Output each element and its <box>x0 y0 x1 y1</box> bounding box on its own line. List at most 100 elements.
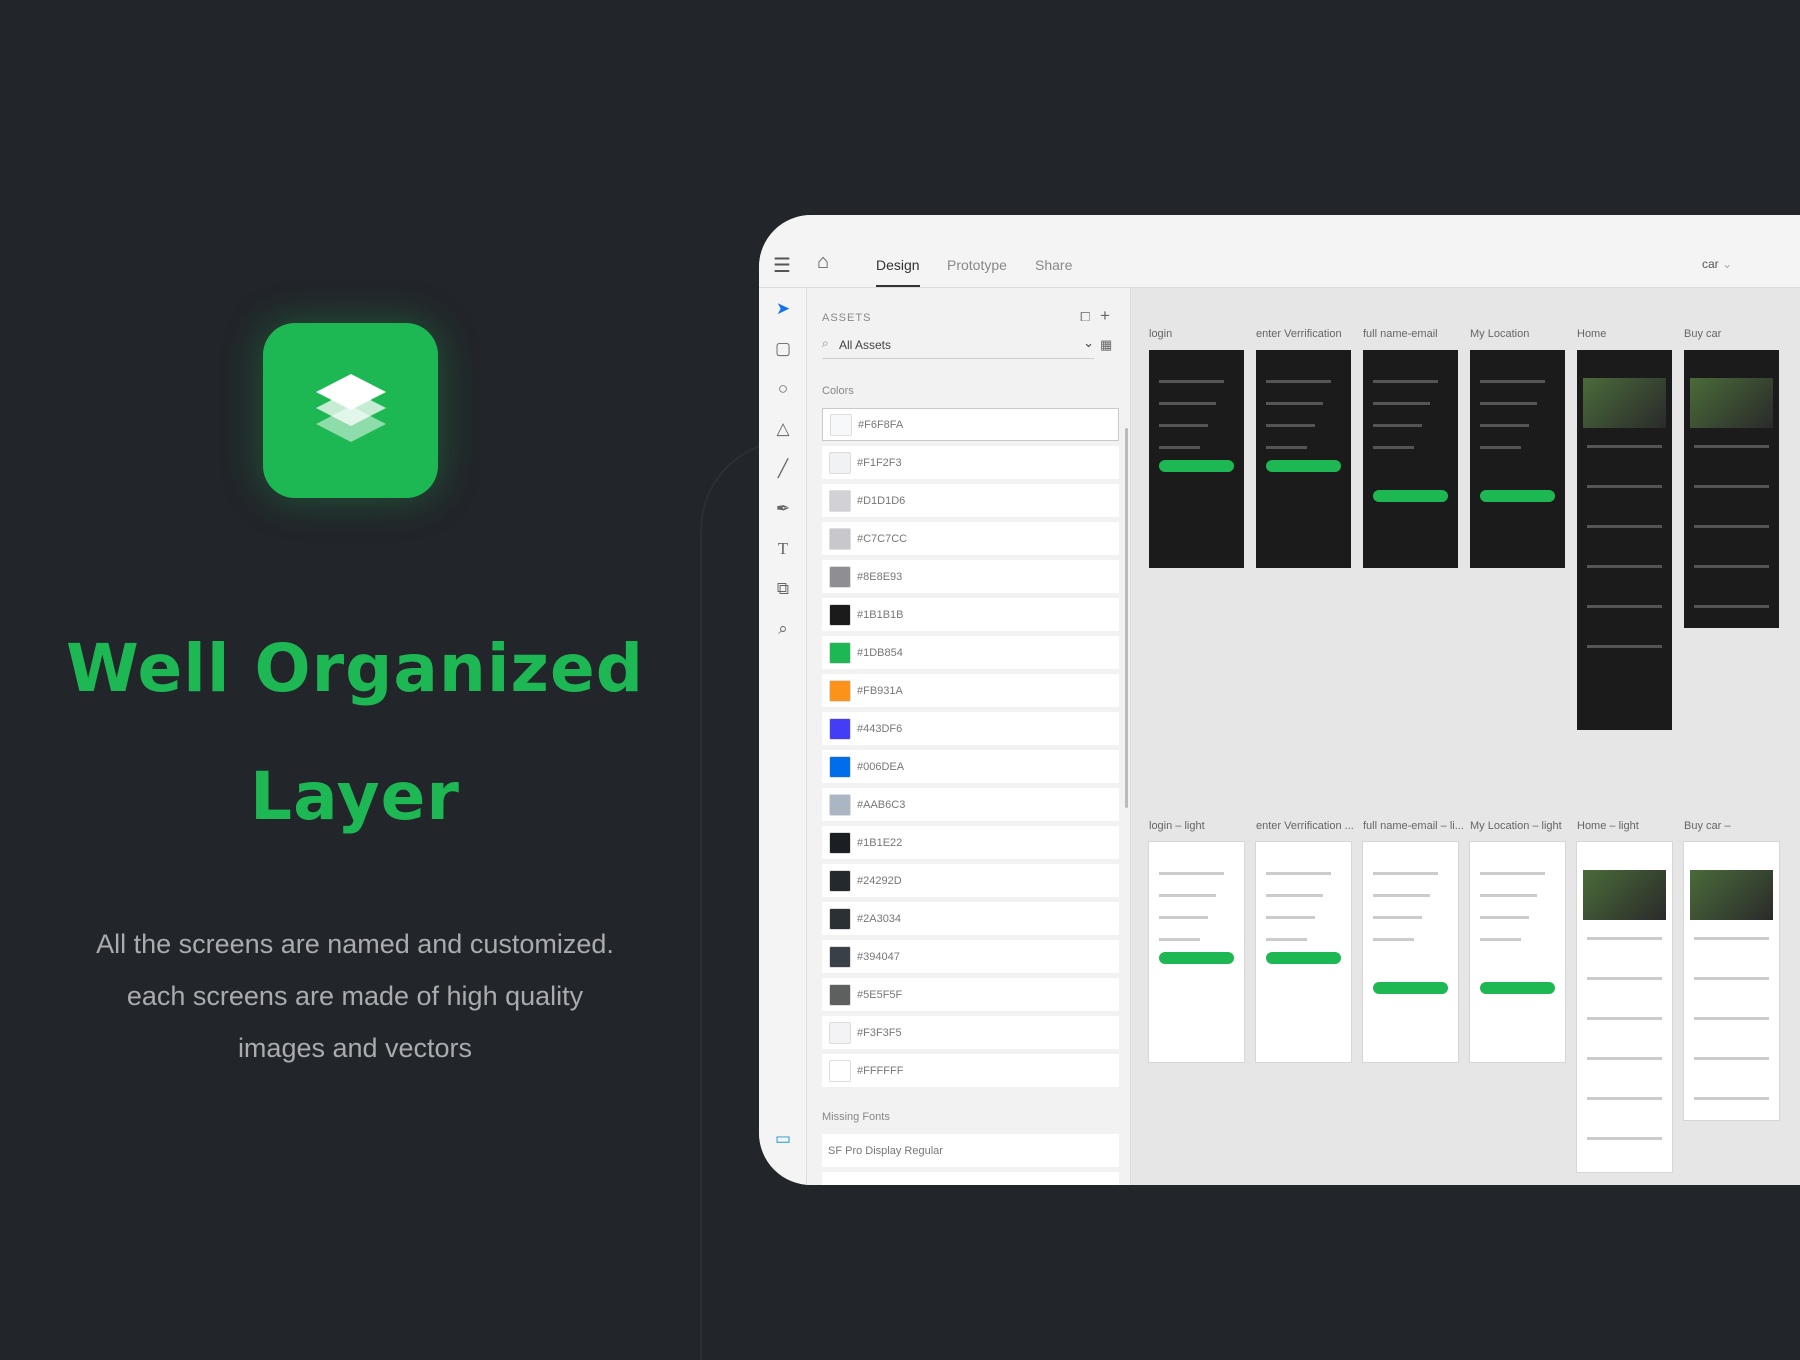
artboard-dark[interactable] <box>1684 350 1779 628</box>
color-swatch <box>829 641 851 664</box>
color-swatch-row[interactable]: #F1F2F3 <box>822 446 1119 479</box>
polygon-tool-icon[interactable]: △ <box>772 418 794 440</box>
pen-tool-icon[interactable]: ✒ <box>772 498 794 520</box>
grid-view-icon[interactable]: ▦ <box>1100 337 1112 353</box>
hamburger-menu-icon[interactable]: ☰ <box>773 253 791 278</box>
color-swatch-row[interactable]: #FB931A <box>822 674 1119 707</box>
artboard-dark[interactable] <box>1577 350 1672 730</box>
body-line: images and vectors <box>237 1033 473 1063</box>
artboard-light[interactable] <box>1149 842 1244 1062</box>
document-name-dropdown[interactable]: car ⌄ <box>1702 257 1732 271</box>
content-line <box>1159 894 1216 897</box>
artboard-label[interactable]: login <box>1149 328 1172 340</box>
content-line <box>1480 872 1545 875</box>
artboard-light[interactable] <box>1684 842 1779 1120</box>
text-tool-icon[interactable]: T <box>772 538 794 560</box>
color-swatch-row[interactable]: #2A3034 <box>822 902 1119 935</box>
layers-icon <box>315 373 386 442</box>
add-icon[interactable]: + <box>1100 306 1110 326</box>
color-swatch-row[interactable]: #1DB854 <box>822 636 1119 669</box>
color-swatch-row[interactable]: #F3F3F5 <box>822 1016 1119 1049</box>
color-hex: #1B1B1B <box>857 608 904 621</box>
color-hex: #5E5F5F <box>857 988 903 1001</box>
artboard-label[interactable]: full name-email <box>1363 328 1438 340</box>
continue-button <box>1159 952 1234 964</box>
artboard-dark[interactable] <box>1149 350 1244 568</box>
color-swatch-row[interactable]: #FFFFFF <box>822 1054 1119 1087</box>
document-name: car <box>1702 257 1719 271</box>
color-swatch-row[interactable]: #394047 <box>822 940 1119 973</box>
assets-panel-icon[interactable]: ▭ <box>772 1128 794 1150</box>
content-line <box>1587 525 1662 528</box>
color-swatch-row[interactable]: #1B1E22 <box>822 826 1119 859</box>
color-swatch-row[interactable]: #F6F8FA <box>822 408 1119 441</box>
color-swatch <box>829 907 851 930</box>
line-tool-icon[interactable]: ╱ <box>772 458 794 480</box>
filter-value: All Assets <box>839 338 892 352</box>
artboard-dark[interactable] <box>1363 350 1458 568</box>
scrollbar[interactable] <box>1125 428 1128 808</box>
artboard-label[interactable]: Buy car – <box>1684 820 1730 832</box>
select-tool-icon[interactable]: ➤ <box>772 298 794 320</box>
color-swatch-row[interactable]: #AAB6C3 <box>822 788 1119 821</box>
color-swatch <box>829 679 851 702</box>
artboard-label[interactable]: My Location – light <box>1470 820 1562 832</box>
artboard-label[interactable]: enter Verrification <box>1256 328 1342 340</box>
color-hex: #1DB854 <box>857 646 903 659</box>
content-line <box>1480 380 1545 383</box>
artboard-label[interactable]: login – light <box>1149 820 1205 832</box>
artboard-label[interactable]: My Location <box>1470 328 1529 340</box>
content-line <box>1480 894 1537 897</box>
artboard-light[interactable] <box>1470 842 1565 1062</box>
artboard-label[interactable]: full name-email – li... <box>1363 820 1464 832</box>
missing-font-row[interactable] <box>822 1172 1119 1185</box>
artboard-label[interactable]: Home – light <box>1577 820 1639 832</box>
color-swatch <box>829 1021 851 1044</box>
assets-filter[interactable]: ⌕ All Assets ⌄ <box>822 331 1094 359</box>
color-swatch-row[interactable]: #443DF6 <box>822 712 1119 745</box>
ellipse-tool-icon[interactable]: ○ <box>772 378 794 400</box>
color-swatch <box>829 565 851 588</box>
missing-font-row[interactable]: SF Pro Display Regular <box>822 1134 1119 1167</box>
content-line <box>1159 916 1208 919</box>
artboard-dark[interactable] <box>1256 350 1351 568</box>
assets-title: ASSETS <box>822 312 872 324</box>
tab-design[interactable]: Design <box>876 257 920 287</box>
artboard-light[interactable] <box>1363 842 1458 1062</box>
content-line <box>1694 525 1769 528</box>
content-line <box>1587 1097 1662 1100</box>
color-swatch-row[interactable]: #24292D <box>822 864 1119 897</box>
artboard-light[interactable] <box>1256 842 1351 1062</box>
color-hex: #FFFFFF <box>857 1064 904 1077</box>
artboard-dark[interactable] <box>1470 350 1565 568</box>
content-line <box>1266 938 1307 941</box>
layers-app-icon <box>263 323 438 498</box>
color-swatch-row[interactable]: #C7C7CC <box>822 522 1119 555</box>
artboard-label[interactable]: Home <box>1577 328 1606 340</box>
artboard-label[interactable]: Buy car <box>1684 328 1721 340</box>
content-line <box>1373 872 1438 875</box>
content-line <box>1266 380 1331 383</box>
color-swatch-row[interactable]: #1B1B1B <box>822 598 1119 631</box>
artboard-light[interactable] <box>1577 842 1672 1172</box>
content-line <box>1266 894 1323 897</box>
content-line <box>1373 402 1430 405</box>
library-icon[interactable]: ⧠ <box>1080 309 1090 325</box>
content-line <box>1480 424 1529 427</box>
body-line: each screens are made of high quality <box>126 981 584 1011</box>
zoom-tool-icon[interactable]: ⌕ <box>772 618 794 640</box>
tab-share[interactable]: Share <box>1035 257 1072 273</box>
content-line <box>1587 605 1662 608</box>
color-hex: #FB931A <box>857 684 903 697</box>
home-icon[interactable]: ⌂ <box>817 251 829 274</box>
assets-panel: ASSETS ⧠ + ⌕ All Assets ⌄ ▦ Colors #F6F8… <box>807 288 1131 1185</box>
artboard-tool-icon[interactable]: ⧉ <box>772 578 794 600</box>
artboard-label[interactable]: enter Verrification ... <box>1256 820 1354 832</box>
rectangle-tool-icon[interactable]: ▢ <box>772 338 794 360</box>
color-swatch-row[interactable]: #006DEA <box>822 750 1119 783</box>
color-swatch-row[interactable]: #5E5F5F <box>822 978 1119 1011</box>
tab-prototype[interactable]: Prototype <box>947 257 1007 273</box>
color-swatch-row[interactable]: #D1D1D6 <box>822 484 1119 517</box>
color-swatch-row[interactable]: #8E8E93 <box>822 560 1119 593</box>
color-swatch <box>829 869 851 892</box>
